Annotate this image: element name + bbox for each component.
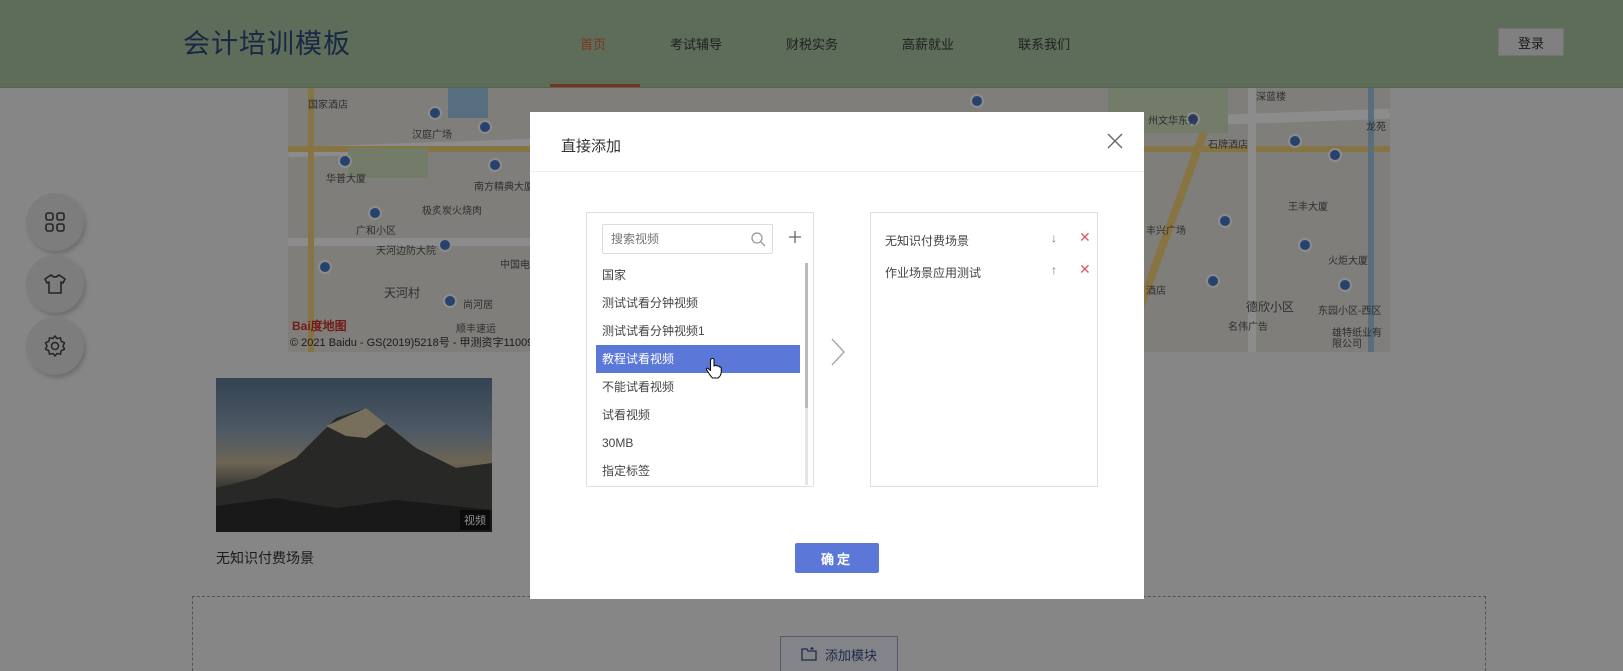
- selected-item-label: 无知识付费场景: [885, 234, 970, 248]
- chevron-right-icon[interactable]: [826, 336, 850, 368]
- delete-icon[interactable]: ✕: [1079, 229, 1091, 246]
- move-down-icon[interactable]: ↓: [1051, 231, 1057, 245]
- search-input[interactable]: [603, 225, 743, 253]
- source-list-panel: 国家 测试试看分钟视频 测试试看分钟视频1 教程试看视频 不能试看视频 试看视频…: [586, 212, 814, 487]
- list-item-selected[interactable]: 教程试看视频: [596, 345, 800, 373]
- close-icon[interactable]: [1104, 130, 1126, 152]
- selected-list-panel: 无知识付费场景 ↓ ✕ 作业场景应用测试 ↑ ✕: [870, 212, 1098, 487]
- scrollbar-thumb[interactable]: [805, 263, 808, 408]
- dialog-header: 直接添加: [530, 112, 1144, 172]
- search-box: [602, 224, 773, 254]
- dialog-title: 直接添加: [561, 138, 622, 155]
- hand-cursor-icon: [705, 357, 722, 379]
- confirm-button[interactable]: 确定: [795, 543, 879, 573]
- delete-icon[interactable]: ✕: [1079, 261, 1091, 278]
- search-icon[interactable]: [750, 231, 766, 247]
- selected-item: 作业场景应用测试 ↑ ✕: [885, 261, 1091, 281]
- video-list: 国家 测试试看分钟视频 测试试看分钟视频1 教程试看视频 不能试看视频 试看视频…: [596, 261, 800, 485]
- list-item[interactable]: 30MB: [596, 429, 800, 457]
- list-scrollbar[interactable]: [805, 263, 808, 485]
- list-item[interactable]: 指定标签: [596, 457, 800, 485]
- move-up-icon[interactable]: ↑: [1051, 263, 1057, 277]
- list-item[interactable]: 国家: [596, 261, 800, 289]
- selected-item-label: 作业场景应用测试: [885, 266, 982, 280]
- list-item[interactable]: 不能试看视频: [596, 373, 800, 401]
- direct-add-dialog: 直接添加 国家 测试试看分钟视频 测试试看分钟视频1 教程试看视频 不能试看视频…: [530, 112, 1144, 599]
- list-item[interactable]: 测试试看分钟视频1: [596, 317, 800, 345]
- list-item[interactable]: 试看视频: [596, 401, 800, 429]
- plus-icon[interactable]: [785, 227, 805, 247]
- selected-item: 无知识付费场景 ↓ ✕: [885, 229, 1091, 249]
- list-item[interactable]: 测试试看分钟视频: [596, 289, 800, 317]
